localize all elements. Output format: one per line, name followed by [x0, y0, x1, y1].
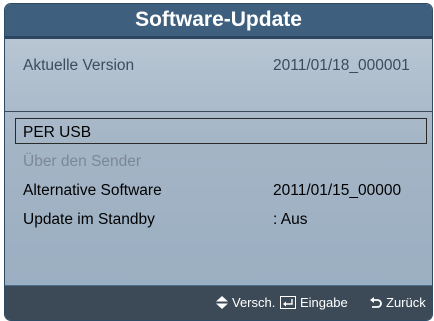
move-hint-label: Versch.: [232, 295, 276, 310]
move-hint: Versch.: [216, 295, 275, 310]
back-hint-label: Zurück: [386, 295, 426, 310]
standby-update-value: : Aus: [273, 211, 308, 228]
enter-hint-label: Eingabe: [300, 295, 348, 310]
dialog-body: Aktuelle Version 2011/01/18_000001 PER U…: [5, 39, 432, 285]
return-icon: [370, 296, 382, 308]
dialog-title: Software-Update: [135, 8, 302, 31]
alternative-software-version: 2011/01/15_00000: [273, 182, 402, 199]
up-down-arrow-icon: [216, 296, 228, 309]
menu-item-label: PER USB: [23, 124, 92, 141]
menu-item-label: Update im Standby: [23, 211, 155, 228]
footer-hint-bar: Versch. Eingabe Zurück: [5, 286, 432, 320]
current-version-value: 2011/01/18_000001: [273, 57, 410, 74]
menu-item-label: Über den Sender: [23, 153, 142, 170]
section-divider: [5, 111, 432, 112]
enter-icon: [280, 296, 296, 309]
enter-hint: Eingabe: [280, 295, 348, 310]
menu-item-label: Alternative Software: [23, 182, 162, 199]
back-hint: Zurück: [370, 295, 426, 310]
current-version-label: Aktuelle Version: [23, 57, 135, 74]
software-update-dialog: Software-Update Aktuelle Version 2011/01…: [5, 4, 432, 320]
